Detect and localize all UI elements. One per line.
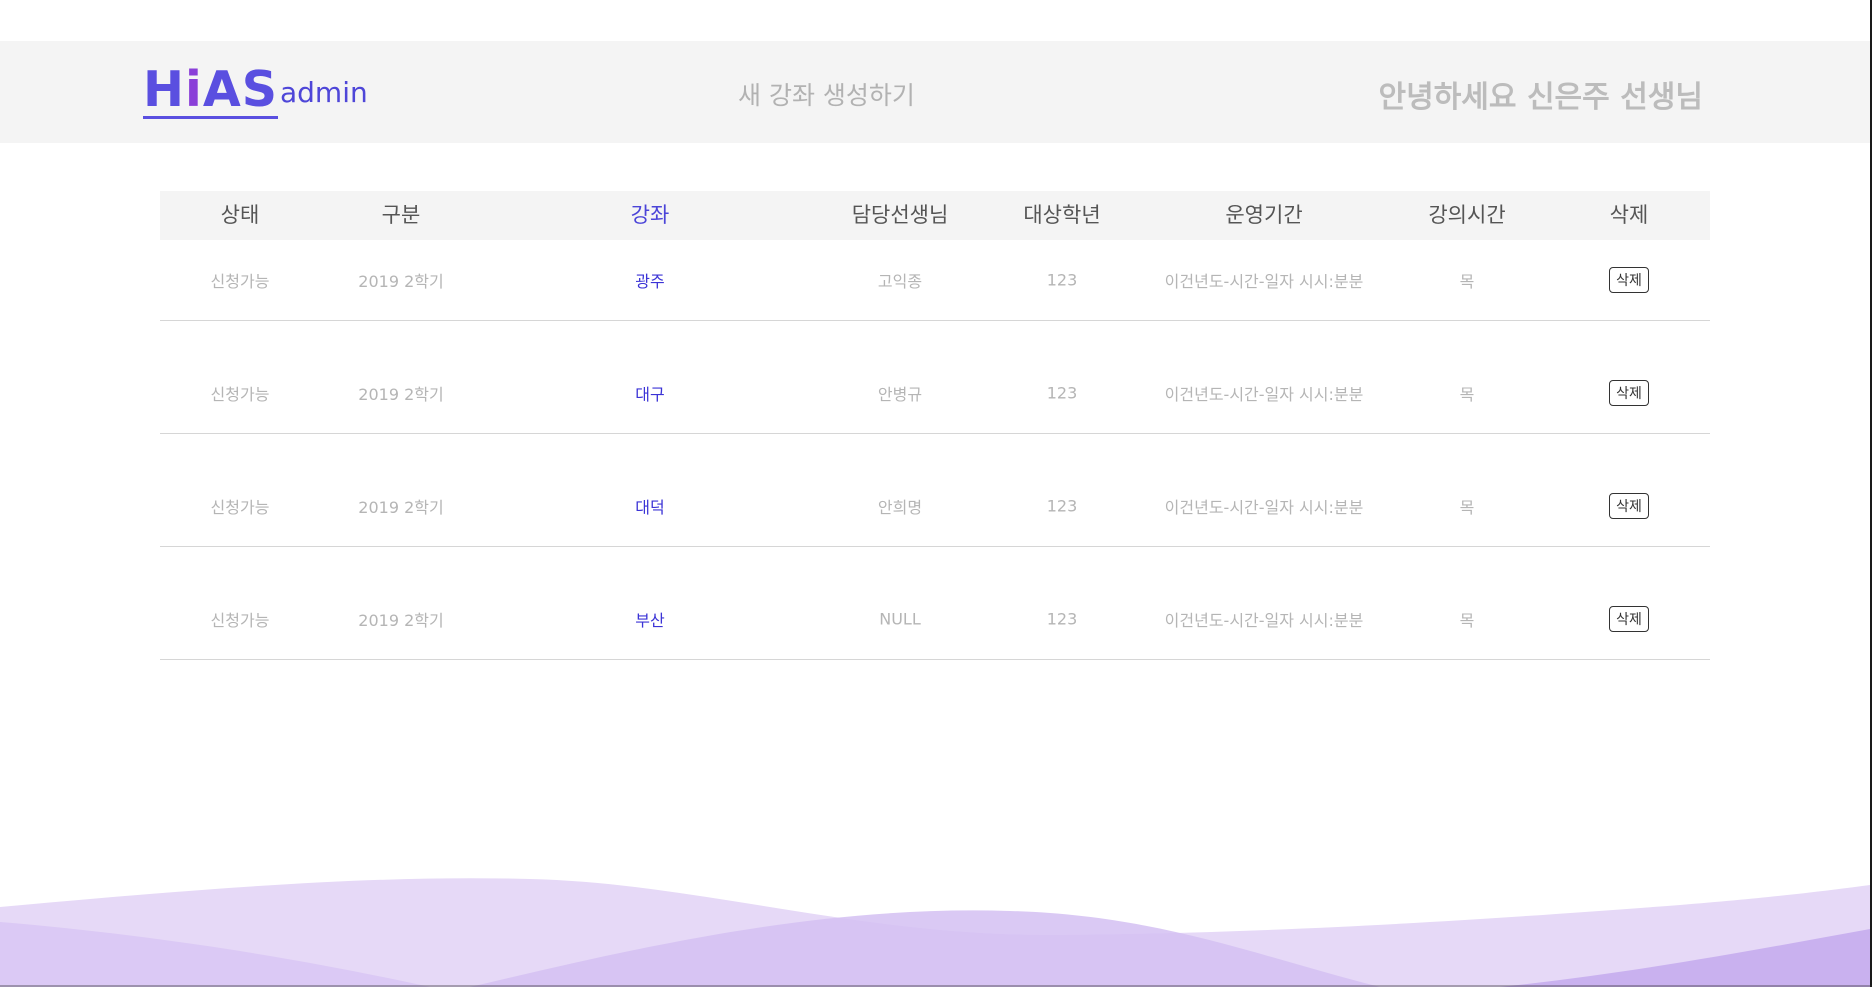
course-table: 상태 구분 강좌 담당선생님 대상학년 운영기간 강의시간 삭제 신청가능 20… <box>160 191 1710 660</box>
delete-button[interactable]: 삭제 <box>1609 380 1649 406</box>
term-cell: 2019 2학기 <box>358 498 444 517</box>
course-link[interactable]: 대덕 <box>635 494 664 518</box>
table-row: 신청가능 2019 2학기 광주 고익종 123 이건년도-시간-일자 시시:분… <box>160 240 1710 321</box>
logo-h: H <box>143 61 186 118</box>
time-cell: 목 <box>1459 385 1475 404</box>
course-link[interactable]: 부산 <box>635 607 664 631</box>
status-cell: 신청가능 <box>210 611 270 630</box>
column-header-teacher: 담당선생님 <box>851 203 949 227</box>
table-row: 신청가능 2019 2학기 부산 NULL 123 이건년도-시간-일자 시시:… <box>160 547 1710 660</box>
course-link[interactable]: 광주 <box>635 268 664 292</box>
status-cell: 신청가능 <box>210 385 270 404</box>
table-header: 상태 구분 강좌 담당선생님 대상학년 운영기간 강의시간 삭제 <box>160 191 1710 240</box>
table-row: 신청가능 2019 2학기 대구 안병규 123 이건년도-시간-일자 시시:분… <box>160 321 1710 434</box>
logo-as: AS <box>202 61 279 118</box>
grade-cell: 123 <box>1046 383 1078 403</box>
teacher-cell: NULL <box>879 609 921 629</box>
hias-logo[interactable]: HiAS <box>143 65 279 119</box>
grade-cell: 123 <box>1046 496 1078 516</box>
column-header-status: 상태 <box>220 203 260 227</box>
term-cell: 2019 2학기 <box>358 611 444 630</box>
term-cell: 2019 2학기 <box>358 272 444 291</box>
status-cell: 신청가능 <box>210 272 270 291</box>
column-header-delete: 삭제 <box>1609 203 1649 227</box>
term-cell: 2019 2학기 <box>358 385 444 404</box>
delete-button[interactable]: 삭제 <box>1609 267 1649 293</box>
grade-cell: 123 <box>1046 270 1078 290</box>
decorative-waves <box>0 878 1870 987</box>
time-cell: 목 <box>1459 498 1475 517</box>
column-header-grade: 대상학년 <box>1023 203 1101 227</box>
column-header-term: 구분 <box>381 203 421 227</box>
greeting-text: 안녕하세요 신은주 선생님 <box>1378 80 1704 115</box>
column-header-period: 운영기간 <box>1225 203 1303 227</box>
teacher-cell: 고익종 <box>877 272 923 291</box>
delete-button[interactable]: 삭제 <box>1609 606 1649 632</box>
column-header-course: 강좌 <box>630 203 670 227</box>
role-label: admin <box>280 76 368 109</box>
status-cell: 신청가능 <box>210 498 270 517</box>
time-cell: 목 <box>1459 611 1475 630</box>
grade-cell: 123 <box>1046 609 1078 629</box>
period-cell: 이건년도-시간-일자 시시:분분 <box>1164 611 1364 630</box>
new-course-link[interactable]: 새 강좌 생성하기 <box>738 76 915 112</box>
column-header-time: 강의시간 <box>1428 203 1506 227</box>
table-row: 신청가능 2019 2학기 대덕 안희명 123 이건년도-시간-일자 시시:분… <box>160 434 1710 547</box>
delete-button[interactable]: 삭제 <box>1609 493 1649 519</box>
period-cell: 이건년도-시간-일자 시시:분분 <box>1164 498 1364 517</box>
period-cell: 이건년도-시간-일자 시시:분분 <box>1164 272 1364 291</box>
teacher-cell: 안희명 <box>877 498 923 517</box>
top-header: HiAS admin 새 강좌 생성하기 안녕하세요 신은주 선생님 <box>0 41 1870 143</box>
page: HiAS admin 새 강좌 생성하기 안녕하세요 신은주 선생님 상태 구분… <box>0 0 1872 987</box>
period-cell: 이건년도-시간-일자 시시:분분 <box>1164 385 1364 404</box>
teacher-cell: 안병규 <box>877 385 923 404</box>
course-link[interactable]: 대구 <box>635 381 664 405</box>
time-cell: 목 <box>1459 272 1475 291</box>
logo-i: i <box>185 61 203 118</box>
